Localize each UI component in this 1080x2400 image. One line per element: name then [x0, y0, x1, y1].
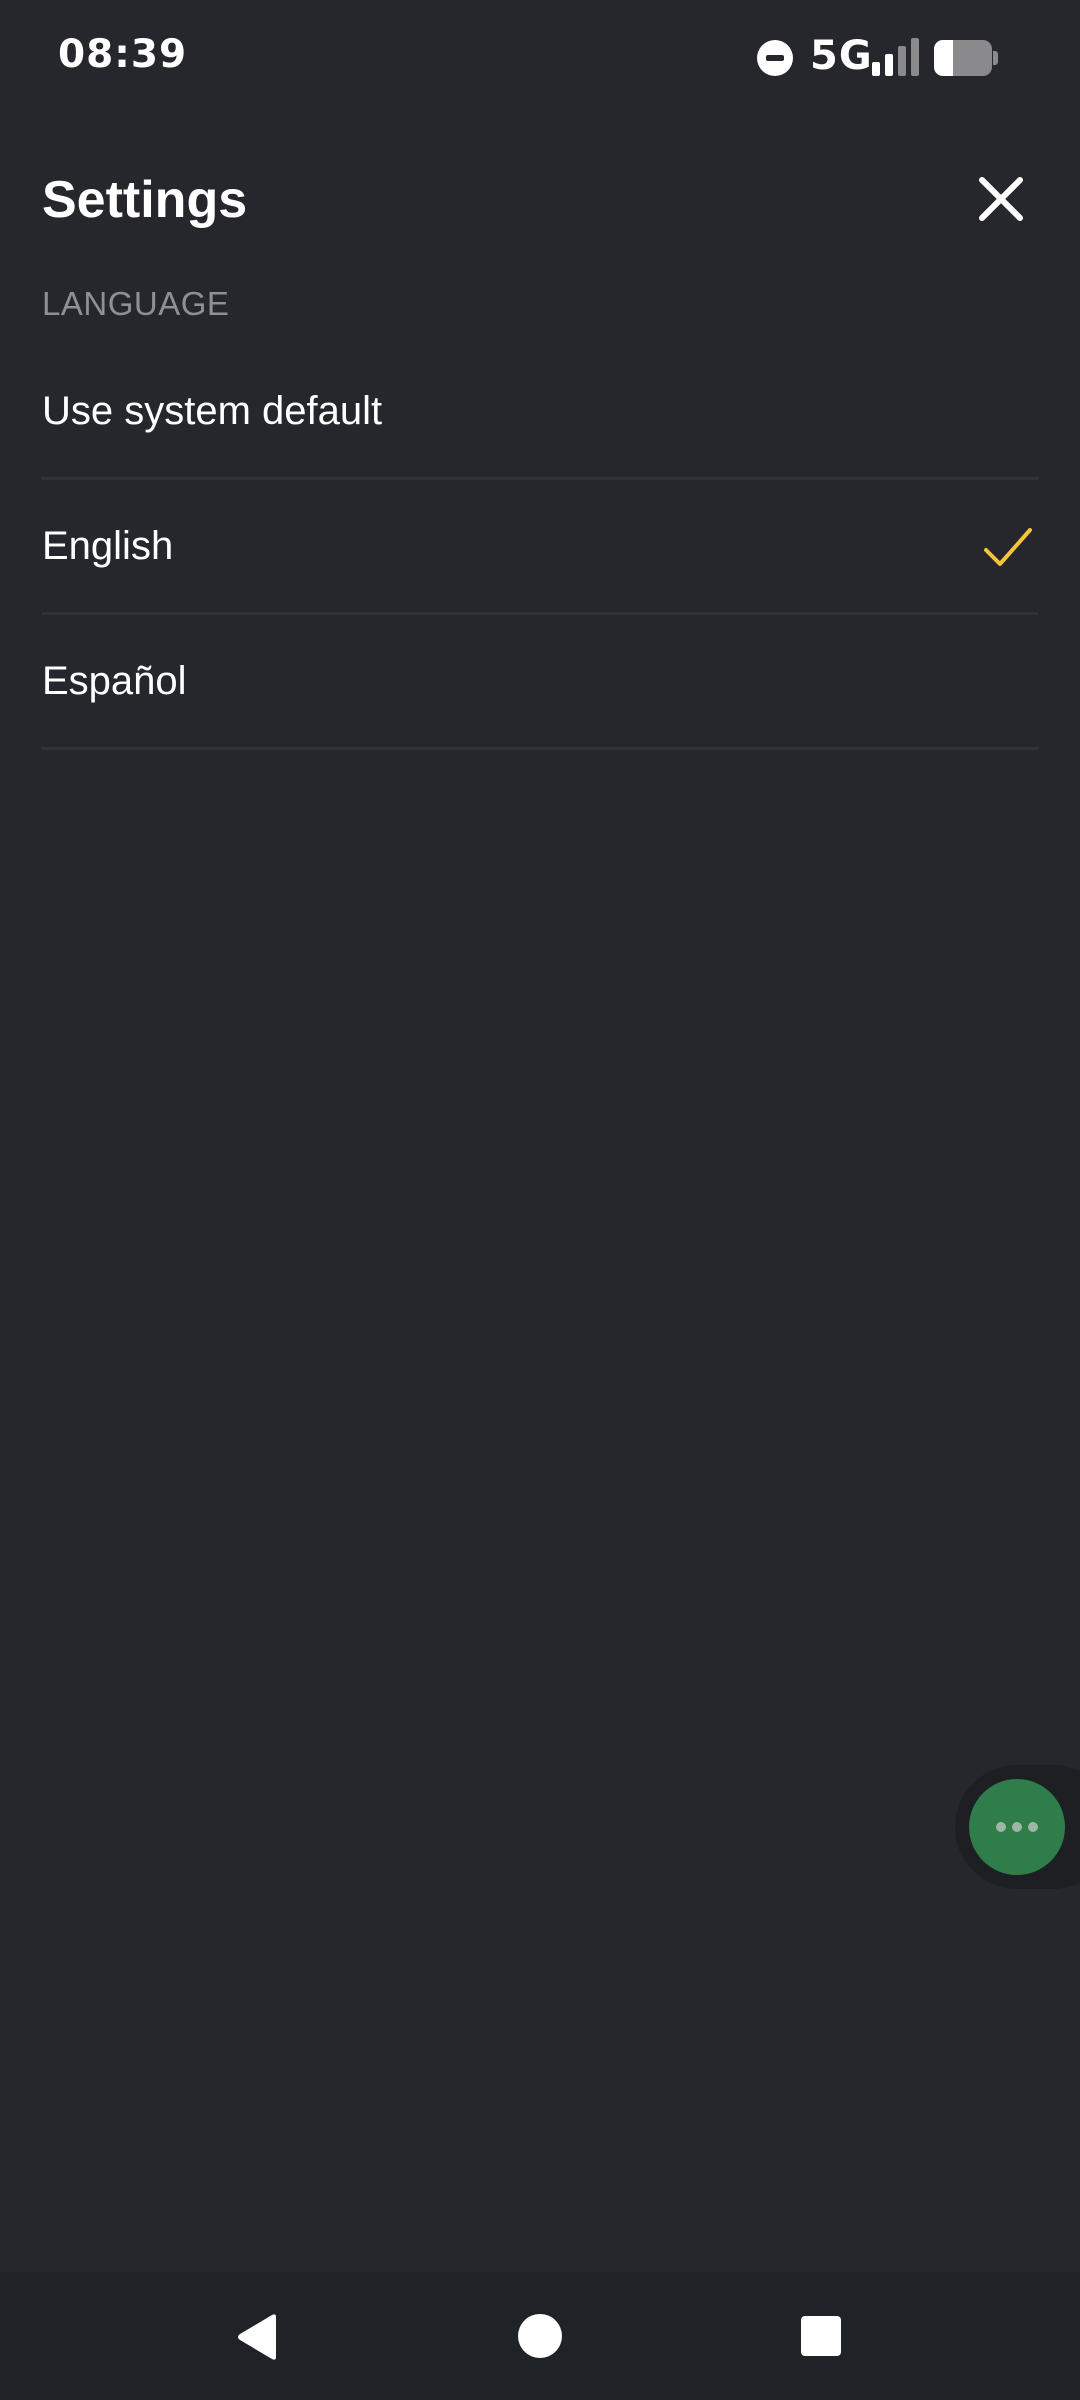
do-not-disturb-icon	[757, 40, 793, 76]
language-option-system-default[interactable]: Use system default	[42, 345, 1038, 480]
battery-level	[934, 40, 954, 76]
status-bar: 08:39 5G	[0, 0, 1080, 116]
floating-bubble	[955, 1765, 1080, 1889]
more-icon	[996, 1822, 1038, 1832]
home-icon[interactable]	[518, 2314, 562, 2358]
close-button[interactable]	[970, 168, 1032, 230]
back-icon[interactable]	[234, 2313, 280, 2361]
checkmark-icon	[984, 528, 1032, 566]
language-option-espanol[interactable]: Español	[42, 615, 1038, 750]
signal-icon	[872, 38, 922, 76]
signal-bar	[911, 38, 919, 76]
battery-icon	[934, 40, 998, 76]
status-time: 08:39	[58, 32, 188, 77]
language-list: Use system default English Español	[42, 345, 1038, 750]
settings-screen: 08:39 5G Settings LANGUAGE Use system de…	[0, 0, 1080, 2400]
language-section-header: LANGUAGE	[42, 285, 230, 322]
language-option-label: Use system default	[42, 388, 383, 433]
signal-bar	[885, 54, 893, 76]
signal-bar	[872, 62, 880, 76]
close-icon	[979, 177, 1023, 221]
network-type: 5G	[810, 33, 873, 79]
language-option-english[interactable]: English	[42, 480, 1038, 615]
signal-bar	[898, 46, 906, 76]
recents-icon[interactable]	[801, 2316, 841, 2356]
page-title: Settings	[42, 171, 248, 229]
language-option-label: English	[42, 523, 174, 568]
language-option-label: Español	[42, 658, 187, 703]
floating-more-button[interactable]	[969, 1779, 1065, 1875]
